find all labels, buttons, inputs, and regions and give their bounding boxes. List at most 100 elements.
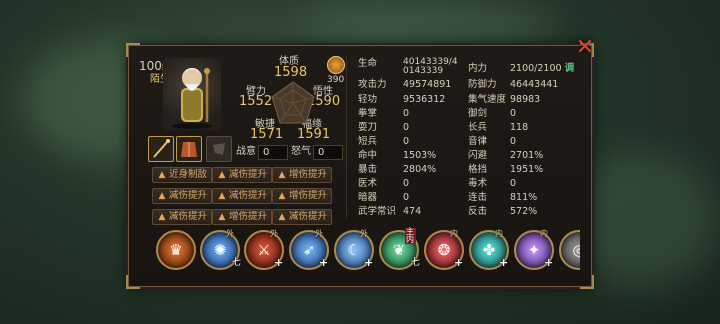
skill-badge: 外 [226, 229, 234, 238]
stat-value: 0 [510, 136, 517, 147]
equip-slot-armor[interactable] [176, 136, 202, 162]
attr-bili-value: 1552 [239, 94, 273, 109]
stat-value: 811% [510, 192, 538, 203]
stat-value: 0 [403, 108, 410, 119]
passive-button[interactable]: ▲ 减伤提升 [152, 188, 212, 204]
skill-slot[interactable]: ♛ [156, 230, 196, 270]
violet-slash-icon: ✦ [527, 241, 541, 259]
skill-corner: 七 [232, 258, 242, 268]
spirit-orb-icon: ✤ [482, 241, 496, 259]
stat-value: 98983 [510, 94, 541, 105]
flame-icon: ▲ [218, 212, 226, 222]
stat-value: 0 [403, 192, 410, 203]
stat-value: 1951% [510, 164, 544, 175]
stat-value: 2701% [510, 150, 544, 161]
nuqi-label: 怒气 [291, 146, 311, 157]
passive-button[interactable]: ▲ 增伤提升 [212, 209, 272, 225]
stat-row: 武学常识 [358, 206, 397, 217]
passive-button[interactable]: ▲ 减伤提升 [212, 167, 272, 183]
stat-value: 40143339/40143339 [403, 57, 458, 76]
stat-value: 474 [403, 206, 422, 217]
skill-corner: + [544, 256, 554, 269]
flame-icon: ▲ [158, 170, 166, 180]
stat-row: 医术 [358, 178, 378, 189]
passive-label: 增伤提升 [289, 190, 328, 201]
panel-divider [346, 56, 347, 218]
skill-badge: 外 [315, 229, 323, 238]
old-man-avatar-icon [172, 68, 212, 129]
flame-icon: ▲ [158, 191, 166, 201]
bamboo-leaf-icon: ❦ [392, 241, 406, 259]
equip-slot-accessory[interactable] [206, 136, 232, 162]
flame-icon: ▲ [158, 212, 166, 222]
stat-row: 命中 [358, 150, 378, 161]
stat-value: 0 [403, 178, 410, 189]
spear-thrust-icon: ➶ [302, 241, 316, 259]
attr-tizhi-value: 1598 [274, 65, 308, 80]
level-value: 100 [139, 59, 162, 73]
passive-button[interactable]: ▲ 增伤提升 [272, 188, 332, 204]
passive-label: 减伤提升 [229, 190, 268, 201]
skill-badge: 外 [270, 229, 278, 238]
wind-swirl-icon: ✺ [213, 241, 227, 259]
passive-label: 近身制敌 [169, 169, 208, 180]
passive-button[interactable]: ▲ 减伤提升 [272, 209, 332, 225]
stat-value: 46443441 [510, 79, 559, 90]
stat-row: 反击 [468, 206, 488, 217]
zhanyi-field: 0 [258, 145, 288, 160]
crossed-blades-icon: ⚔ [257, 241, 271, 259]
flame-icon: ▲ [218, 191, 226, 201]
stat-row: 内力 [468, 63, 488, 74]
adjust-button[interactable]: 调 [565, 63, 575, 74]
stat-row: 拳掌 [358, 108, 378, 119]
stat-row: 长兵 [468, 122, 488, 133]
skill-badge: 内 [450, 229, 458, 238]
passive-label: 减伤提升 [169, 211, 208, 222]
passive-label: 增伤提升 [289, 169, 328, 180]
passive-button[interactable]: ▲ 减伤提升 [152, 209, 212, 225]
robe-icon [181, 142, 197, 157]
grey-seal-icon: ◎ [572, 241, 580, 259]
skill-corner: 七 [411, 258, 421, 268]
stat-row: 防御力 [468, 79, 497, 90]
passive-label: 增伤提升 [229, 211, 268, 222]
close-button[interactable]: ✕ [574, 37, 596, 59]
stat-value: 118 [510, 122, 529, 133]
crown-flame-icon: ♛ [169, 241, 183, 259]
stat-row: 暗器 [358, 192, 378, 203]
attr-fuyuan-value: 1591 [297, 127, 331, 142]
stat-row: 闪避 [468, 150, 488, 161]
equip-slot-weapon[interactable] [148, 136, 174, 162]
stat-value: 2804% [403, 164, 437, 175]
background-scenery [300, 0, 560, 50]
passive-button[interactable]: ▲ 近身制敌 [152, 167, 212, 183]
attribute-points-icon[interactable] [327, 56, 345, 74]
skill-bar: ♛ ✺ 外 七 ⚔ 外 + ➶ 外 + ☾ 外 + ❦ 主内 七 ❂ 内 + ✤… [154, 226, 580, 270]
staff-icon [153, 139, 170, 158]
zhanyi-label: 战意 [236, 146, 256, 157]
skill-corner: + [274, 256, 284, 269]
charm-icon [213, 143, 225, 155]
stat-row: 音律 [468, 136, 488, 147]
stat-row: 毒术 [468, 178, 488, 189]
skill-corner: + [499, 256, 509, 269]
stat-row: 连击 [468, 192, 488, 203]
flame-icon: ▲ [278, 170, 286, 180]
skill-badge: 内 [540, 229, 548, 238]
stat-row: 暴击 [358, 164, 378, 175]
skill-badge: 主内 [405, 227, 416, 244]
skill-corner: + [364, 256, 374, 269]
skill-slot[interactable]: ◎ [559, 230, 580, 270]
skill-badge: 外 [360, 229, 368, 238]
stat-row: 生命 [358, 58, 378, 69]
passive-button[interactable]: ▲ 增伤提升 [272, 167, 332, 183]
attribute-radar-chart [271, 81, 315, 124]
passive-button[interactable]: ▲ 减伤提升 [212, 188, 272, 204]
flame-icon: ▲ [278, 212, 286, 222]
stat-value: 0 [403, 122, 410, 133]
stat-row: 耍刀 [358, 122, 378, 133]
nuqi-field: 0 [313, 145, 343, 160]
skill-badge: 内 [495, 229, 503, 238]
stat-value: 0 [510, 108, 517, 119]
flame-icon: ▲ [218, 170, 226, 180]
